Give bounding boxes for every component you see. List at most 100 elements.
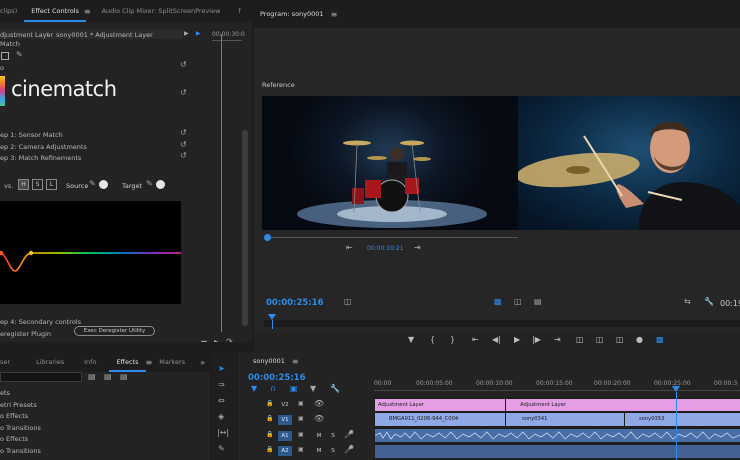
timeline-settings-icon[interactable]: 🔧: [330, 384, 340, 393]
mask-rect-icon[interactable]: [1, 52, 9, 60]
pen-tool-icon[interactable]: ✎: [218, 444, 225, 453]
filter-icon[interactable]: ▼: [201, 339, 207, 342]
track-label-a1[interactable]: A1: [278, 431, 292, 441]
add-marker-icon[interactable]: ▼: [408, 335, 414, 344]
tab-browser[interactable]: ser: [0, 358, 17, 366]
luminance-button[interactable]: L: [46, 179, 57, 190]
clip-adjustment-layer-2[interactable]: Adjustment Layer: [506, 399, 740, 411]
lock-icon[interactable]: 🔒: [266, 415, 273, 422]
hue-curve-graph[interactable]: [0, 201, 181, 304]
timeline-timecode[interactable]: 00:00:25:16: [248, 373, 306, 383]
reset-icon[interactable]: ↺: [180, 88, 187, 97]
tab-markers[interactable]: Markers: [152, 358, 192, 366]
lock-icon[interactable]: 🔒: [266, 446, 273, 453]
export-frame-icon[interactable]: ↷: [226, 337, 233, 342]
add-marker-icon[interactable]: ▼: [310, 384, 316, 393]
mic-icon[interactable]: 🎤: [344, 445, 354, 454]
step-back-icon[interactable]: ◀|: [492, 335, 501, 344]
step1-label[interactable]: ep 1: Sensor Match: [0, 131, 63, 139]
timeline-playhead-line[interactable]: [676, 392, 677, 460]
track-label-a2[interactable]: A2: [278, 446, 292, 456]
mark-out-icon[interactable]: }: [450, 335, 455, 344]
tab-menu-icon[interactable]: ≡: [331, 10, 338, 19]
slip-tool-icon[interactable]: |↔|: [217, 428, 229, 437]
accelerated-effects-icon[interactable]: ▤: [88, 372, 96, 381]
clip-sony0341[interactable]: sony0341: [506, 413, 624, 426]
snap-icon[interactable]: ∩: [270, 384, 276, 393]
play-icon[interactable]: ▶: [514, 335, 520, 344]
pen-icon[interactable]: ✎: [16, 50, 23, 59]
mini-playhead[interactable]: [221, 34, 222, 332]
solo-button[interactable]: S: [326, 431, 340, 441]
go-to-in-icon[interactable]: ⇤: [472, 335, 479, 344]
ref-step-back-icon[interactable]: ⇤: [346, 243, 353, 252]
tab-menu-icon[interactable]: ≡: [146, 358, 153, 367]
side-by-side-icon[interactable]: ◫: [344, 297, 352, 306]
sync-lock-icon[interactable]: ▣: [298, 400, 304, 407]
track-label-v2[interactable]: V2: [278, 400, 292, 410]
wrench-icon[interactable]: 🔧: [704, 297, 714, 306]
effects-item-audio-effects[interactable]: o Effects: [0, 412, 28, 420]
step3-label[interactable]: ep 3: Match Refinements: [0, 154, 81, 162]
audio-clip-a2[interactable]: [375, 445, 740, 458]
breadcrumb-clip[interactable]: sony0001 * Adjustment Layer: [56, 31, 153, 39]
reset-icon[interactable]: ↺: [180, 151, 187, 160]
tab-more[interactable]: f: [231, 7, 247, 15]
tab-effect-controls[interactable]: Effect Controls: [24, 0, 86, 22]
timeline-ruler[interactable]: 00:00 00:00:05:00 00:00:10:00 00:00:15:0…: [374, 376, 740, 396]
yuv-effects-icon[interactable]: ▤: [120, 372, 128, 381]
target-color-swatch[interactable]: [156, 180, 165, 189]
hue-button[interactable]: H: [18, 179, 29, 190]
compare-view-icon[interactable]: ▩: [494, 297, 502, 306]
source-eyedropper-icon[interactable]: ✎: [89, 179, 96, 188]
eye-icon[interactable]: 👁: [314, 399, 324, 408]
exec-deregister-button[interactable]: Exec Deregister Utility: [74, 326, 155, 336]
effects-item-video-effects[interactable]: o Effects: [0, 435, 28, 443]
tab-libraries[interactable]: Libraries: [29, 358, 71, 366]
extract-icon[interactable]: ◫: [596, 335, 604, 344]
tab-clips[interactable]: clips): [0, 7, 24, 15]
target-eyedropper-icon[interactable]: ✎: [146, 179, 153, 188]
program-title[interactable]: Program: sony0001: [254, 10, 331, 18]
step4-label[interactable]: ep 4: Secondary controls: [0, 318, 81, 326]
ripple-edit-tool-icon[interactable]: ⇔: [218, 396, 225, 405]
lock-icon[interactable]: 🔒: [266, 400, 273, 407]
lock-icon[interactable]: 🔒: [266, 431, 273, 438]
effects-item-lumetri-presets[interactable]: etri Presets: [0, 401, 37, 409]
nest-icon[interactable]: ▼: [251, 384, 257, 393]
overwrite-icon[interactable]: ◫: [616, 335, 624, 344]
tab-audio-clip-mixer[interactable]: Audio Clip Mixer: SplitScreenPreview: [95, 7, 228, 15]
linked-selection-icon[interactable]: ▣: [290, 384, 298, 393]
split-horizontal-icon[interactable]: ▤: [534, 297, 542, 306]
tab-menu-icon[interactable]: ≡: [84, 7, 91, 16]
swap-icon[interactable]: ⇆: [684, 297, 691, 306]
reset-icon[interactable]: ↺: [180, 140, 187, 149]
go-to-out-icon[interactable]: ⇥: [554, 335, 561, 344]
program-scrubber[interactable]: [264, 320, 740, 327]
razor-tool-icon[interactable]: ◈: [218, 412, 224, 421]
program-timecode[interactable]: 00:00:25:16: [266, 298, 324, 308]
effects-item-audio-transitions[interactable]: o Transitions: [0, 424, 41, 432]
mute-button[interactable]: M: [312, 446, 326, 456]
reset-icon[interactable]: ↺: [180, 60, 187, 69]
lift-icon[interactable]: ◫: [576, 335, 584, 344]
tab-menu-icon[interactable]: ≡: [292, 357, 299, 366]
mute-button[interactable]: M: [312, 431, 326, 441]
solo-button[interactable]: S: [326, 446, 340, 456]
sync-lock-icon[interactable]: ▣: [298, 415, 304, 422]
play-only-icon[interactable]: ▶: [214, 338, 220, 342]
expand-arrow-icon[interactable]: ▶: [184, 30, 189, 37]
track-select-tool-icon[interactable]: ⇒: [218, 380, 225, 389]
tab-effects[interactable]: Effects: [109, 352, 146, 372]
32bit-effects-icon[interactable]: ▤: [104, 372, 112, 381]
effects-item-video-transitions[interactable]: o Transitions: [0, 447, 41, 455]
mark-in-icon[interactable]: {: [430, 335, 435, 344]
reset-icon[interactable]: ↺: [180, 128, 187, 137]
hue-curve-svg[interactable]: [0, 201, 181, 304]
sync-lock-icon[interactable]: ▣: [298, 431, 304, 438]
panel-overflow-icon[interactable]: »: [200, 358, 205, 367]
comparison-icon[interactable]: ▩: [656, 335, 664, 344]
effects-search-input[interactable]: [0, 372, 82, 382]
timeline-sequence-tab[interactable]: sony0001: [238, 357, 292, 365]
split-vertical-icon[interactable]: ◫: [514, 297, 522, 306]
